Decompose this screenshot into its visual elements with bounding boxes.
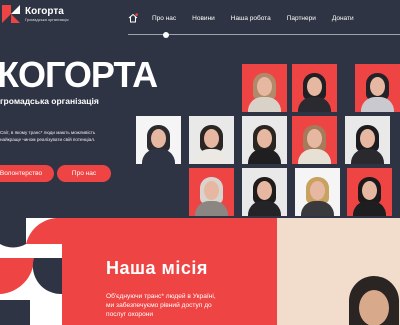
nav-item-about[interactable]: Про нас xyxy=(152,15,176,22)
logo-name: Когорта xyxy=(25,6,64,17)
team-photo xyxy=(136,116,181,164)
team-photo xyxy=(292,64,337,112)
volunteer-button[interactable]: Волонтерство xyxy=(0,165,54,182)
team-photo xyxy=(295,168,340,216)
nav-active-indicator xyxy=(163,31,169,38)
team-photo xyxy=(189,168,234,216)
team-photo xyxy=(345,116,390,164)
logo[interactable]: Когорта Громадська організація xyxy=(0,3,69,25)
hero-title: КОГОРТА xyxy=(0,54,158,95)
logo-subtitle: Громадська організація xyxy=(25,17,69,22)
decorative-graphic xyxy=(0,218,62,325)
team-photo xyxy=(347,168,392,216)
about-button[interactable]: Про нас xyxy=(57,165,111,182)
mission-text: Об'єднуючи транс* людей в Україні, ми за… xyxy=(106,293,216,318)
team-photo xyxy=(292,116,337,164)
team-photo xyxy=(242,116,287,164)
nav-item-news[interactable]: Новини xyxy=(192,15,215,22)
main-nav: Про нас Новини Наша робота Партнери Дона… xyxy=(128,13,370,23)
nav-item-partners[interactable]: Партнери xyxy=(287,15,316,22)
hero-subtitle: громадська організація xyxy=(0,96,99,106)
home-icon[interactable] xyxy=(128,13,138,23)
mission-title: Наша місія xyxy=(106,258,208,278)
nav-item-our-work[interactable]: Наша робота xyxy=(231,15,271,22)
team-photo xyxy=(242,64,287,112)
site-header: Когорта Громадська організація Про нас Н… xyxy=(0,0,400,38)
mission-photo xyxy=(277,218,400,325)
team-photo xyxy=(355,64,400,112)
team-photo xyxy=(242,168,287,216)
nav-item-donate[interactable]: Донати xyxy=(332,15,354,22)
hero-description: Світ, в якому транс* люди мають можливіс… xyxy=(0,130,96,142)
kohorta-logo-icon xyxy=(0,3,22,25)
team-photo xyxy=(189,116,234,164)
